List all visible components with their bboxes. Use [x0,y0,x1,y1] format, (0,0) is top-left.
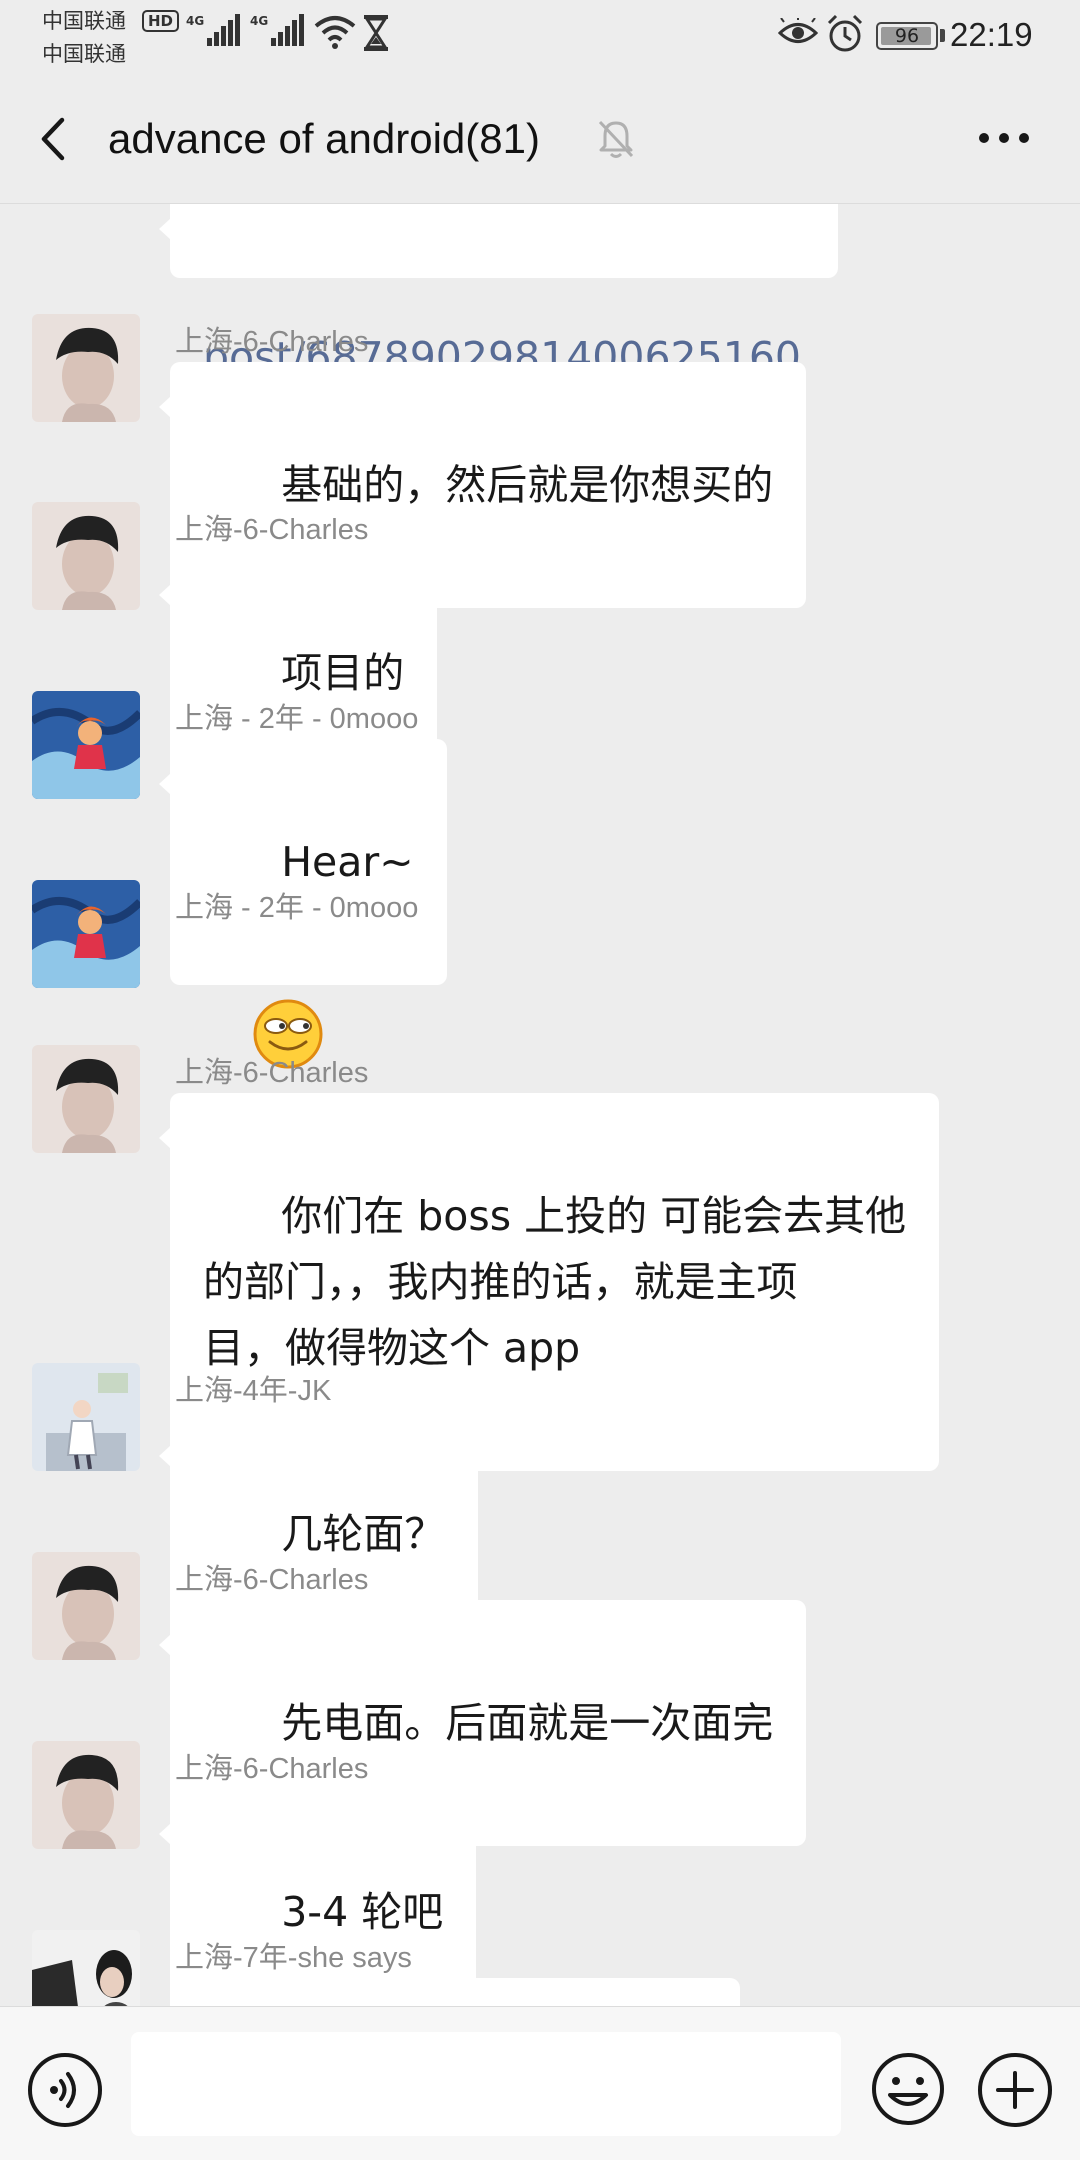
sender-name: 上海-7年-she says [175,1942,412,1974]
sender-name: 上海-6-Charles [175,1753,369,1785]
alarm-icon [827,14,863,52]
hd-badge: HD [142,10,180,32]
avatar-charles[interactable] [32,1741,140,1849]
message-text: 项目的 [281,649,405,697]
status-bar: 中国联通 中国联通 HD 4G 4G 96 22:19 [0,0,1080,70]
chat-title: advance of android(81) [108,115,540,162]
message-input[interactable] [131,2032,841,2136]
message-text: 你们在 boss 上投的 可能会去其他 的部门，，我内推的话，就是主项 目，做得… [203,1192,907,1372]
avatar-charles[interactable] [32,1552,140,1660]
message-bubble[interactable]: post/6878902981400625160 [159,204,838,381]
message-text: 几轮面？ [281,1510,446,1558]
message-text: 先电面。后面就是一次面完 [281,1699,774,1747]
battery-level: 96 [894,25,920,47]
eye-icon [778,18,818,43]
message-text: 基础的，然后就是你想买的 [281,461,774,509]
status-time: 22:19 [950,16,1033,53]
plus-button[interactable] [978,2053,1052,2127]
emoji-icon[interactable] [870,2051,946,2127]
avatar-omooo[interactable] [32,691,140,799]
avatar-shesays[interactable] [32,1930,140,2006]
carrier-label-1: 中国联通 [42,9,126,33]
wifi-icon [314,16,356,49]
mute-bell-icon [598,120,634,158]
battery-icon: 96 [876,22,938,50]
hourglass-icon [364,15,388,51]
sender-name: 上海-6-Charles [175,514,369,546]
sender-name: 上海 - 2年 - 0mooo [175,892,419,924]
avatar-charles[interactable] [32,502,140,610]
sender-name: 上海 - 2年 - 0mooo [175,703,419,735]
voice-icon [50,2072,76,2108]
avatar-jk[interactable] [32,1363,140,1471]
message-text: 3-4 轮吧 [281,1888,444,1936]
carrier-label-2: 中国联通 [42,42,126,66]
back-icon[interactable] [32,110,80,168]
more-icon[interactable] [974,118,1034,158]
avatar-charles[interactable] [32,314,140,422]
voice-button[interactable] [28,2053,102,2127]
sender-name: 上海-6-Charles [175,326,369,358]
sender-name: 上海-6-Charles [175,1057,369,1089]
chat-header: advance of android(81) [0,70,1080,204]
sender-name: 上海-6-Charles [175,1564,369,1596]
network-type-1: 4G [186,14,205,28]
avatar-omooo[interactable] [32,880,140,988]
chat-list[interactable]: post/6878902981400625160 上海-6-Charles 基础… [0,204,1080,2006]
message-bubble[interactable] [170,1978,740,2006]
sender-name: 上海-4年-JK [175,1375,332,1407]
avatar-charles[interactable] [32,1045,140,1153]
signal-icon: 4G [186,14,241,46]
network-type-2: 4G [250,14,269,28]
battery-tip [940,29,945,42]
plus-icon [996,2071,1034,2109]
message-text: Hear~ [281,838,414,886]
input-bar [0,2006,1080,2160]
signal-icon-2: 4G [250,14,305,46]
